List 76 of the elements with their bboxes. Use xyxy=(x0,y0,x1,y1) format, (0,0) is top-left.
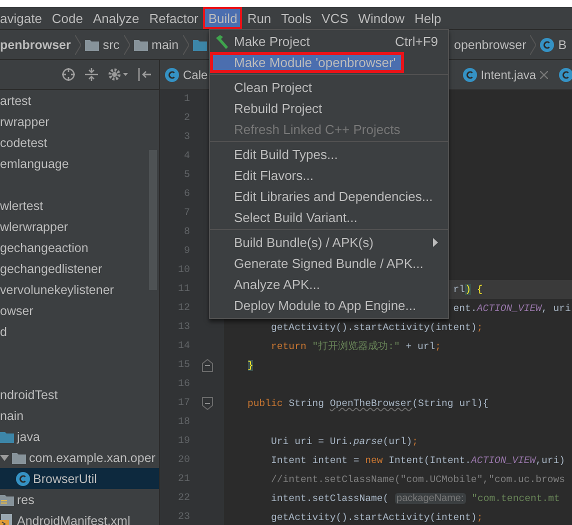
menu-item[interactable]: Generate Signed Bundle / APK... xyxy=(210,253,448,274)
breadcrumb-item[interactable]: main xyxy=(152,38,179,52)
tree-item[interactable]: wlertest xyxy=(0,195,159,216)
menu-title[interactable]: Window xyxy=(353,7,410,29)
menu-item[interactable]: Analyze APK... xyxy=(210,274,448,295)
code-line: ent.ACTION_VIEW, uri xyxy=(453,303,571,314)
tree-item[interactable]: nain xyxy=(0,405,159,426)
tree-item[interactable]: ndroidTest xyxy=(0,384,159,405)
tree-item[interactable]: owser xyxy=(0,300,159,321)
editor-tab[interactable]: Intent.java xyxy=(458,60,554,89)
menu-item[interactable]: Edit Flavors... xyxy=(210,165,448,186)
code-line: return "打开浏览器成功:" + url; xyxy=(271,340,442,353)
code-line: getActivity().startActivity(intent); xyxy=(271,322,483,333)
code-line: intent.setClassName( packageName: "com.tencent.mt xyxy=(271,493,560,504)
class-icon xyxy=(16,472,30,486)
code-line: public String OpenTheBrowser(String url){ xyxy=(248,398,489,409)
locate-icon[interactable] xyxy=(62,68,75,81)
breadcrumb-chevron-icon xyxy=(182,34,189,54)
code-line: Uri uri = Uri.parse(url); xyxy=(271,436,418,447)
menu-title[interactable]: Code xyxy=(46,7,88,29)
menu-title[interactable]: VCS xyxy=(316,7,354,29)
hide-panel-icon[interactable] xyxy=(138,68,151,81)
code-line: getActivity().startActivity(intent); xyxy=(271,512,483,523)
tree-item[interactable]: rwrapper xyxy=(0,111,159,132)
menu-title[interactable]: avigate xyxy=(0,7,47,29)
breadcrumb-chevron-icon xyxy=(124,34,130,54)
tree-item[interactable]: gechangeaction xyxy=(0,237,159,258)
menu-item[interactable]: Build Bundle(s) / APK(s) xyxy=(210,232,448,253)
menu-title[interactable]: Refactor xyxy=(144,7,204,29)
folder-icon xyxy=(84,38,99,50)
package-icon xyxy=(12,452,26,464)
menu-title[interactable]: Run xyxy=(242,7,276,29)
tree-item[interactable]: vervolunekeylistener xyxy=(0,279,159,300)
tree-item[interactable]: codetest xyxy=(0,132,159,153)
tree-item[interactable]: d xyxy=(0,321,159,342)
code-line: rl) { xyxy=(453,284,483,295)
expanded-arrow-icon[interactable] xyxy=(0,453,9,462)
tree-item[interactable]: java xyxy=(0,426,159,447)
tree-item[interactable]: res xyxy=(0,489,159,510)
fold-marker-icon[interactable] xyxy=(202,397,213,410)
class-icon xyxy=(165,68,179,82)
tree-item[interactable]: emlanguage xyxy=(0,153,159,174)
settings-icon[interactable] xyxy=(108,68,128,81)
resources-folder-icon xyxy=(0,494,14,506)
menu-item[interactable]: Select Build Variant... xyxy=(210,207,448,228)
tree-item[interactable]: artest xyxy=(0,90,159,111)
collapse-all-icon[interactable] xyxy=(85,68,98,81)
code-line: Intent intent = new Intent(Intent.ACTION_VIEW,uri) xyxy=(271,455,566,466)
source-folder-icon xyxy=(0,430,14,442)
menu-item[interactable]: Rebuild Project xyxy=(210,98,448,119)
tree-item[interactable]: wlerwrapper xyxy=(0,216,159,237)
breadcrumb-item[interactable]: B xyxy=(558,38,567,52)
breadcrumb-chevron-icon xyxy=(530,34,536,54)
tree-item[interactable]: BrowserUtil xyxy=(0,468,159,489)
tree-item[interactable]: com.example.xan.oper xyxy=(0,447,159,468)
menu-title[interactable]: Tools xyxy=(276,7,317,29)
menu-item[interactable]: Edit Libraries and Dependencies... xyxy=(210,186,448,207)
menu-item[interactable]: Edit Build Types... xyxy=(210,144,448,165)
fold-marker-icon[interactable] xyxy=(202,359,213,372)
breadcrumb-chevron-icon xyxy=(74,34,81,54)
tree-item[interactable]: AndroidManifest.xml xyxy=(0,510,159,525)
code-line: //intent.setClassName("com.UCMobile","com.uc.brows xyxy=(271,474,566,485)
breadcrumb-item[interactable]: penbrowser xyxy=(0,38,71,52)
tree-item[interactable]: gechangedlistener xyxy=(0,258,159,279)
breadcrumb-item[interactable]: src xyxy=(102,38,120,52)
class-icon xyxy=(462,68,477,82)
menu-item[interactable]: Make Project Ctrl+F9 xyxy=(210,31,448,52)
menu-title[interactable]: Help xyxy=(410,7,446,29)
folder-icon xyxy=(134,38,148,50)
class-icon xyxy=(540,38,554,52)
hammer-icon xyxy=(215,34,229,48)
breadcrumb-item[interactable]: openbrowser xyxy=(454,38,526,52)
menu-item[interactable]: Deploy Module to App Engine... xyxy=(210,295,448,316)
close-icon[interactable] xyxy=(540,70,548,78)
package-icon xyxy=(192,38,207,50)
menu-title[interactable]: Analyze xyxy=(88,7,144,29)
